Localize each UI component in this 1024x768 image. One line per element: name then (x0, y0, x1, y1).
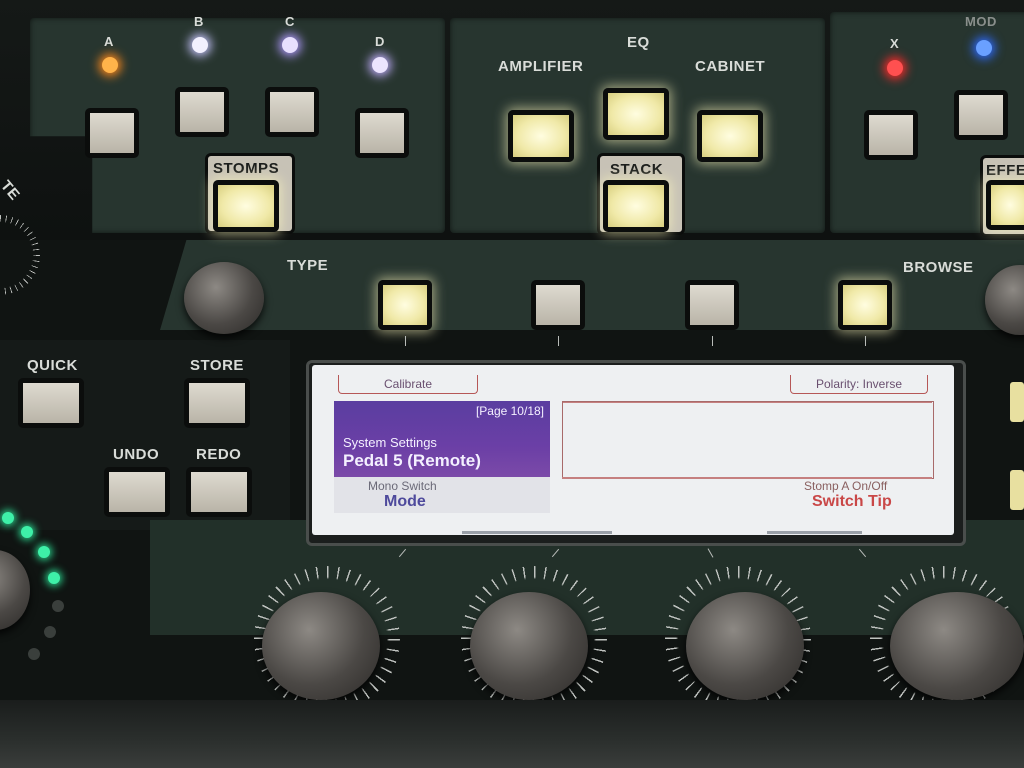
cabinet-label: CABINET (695, 58, 766, 75)
meter-led-off-icon (52, 600, 64, 612)
led-label-d: D (375, 34, 385, 49)
amplifier-button[interactable] (508, 110, 574, 162)
soft-button-4-tick (865, 336, 866, 346)
effect-mod-button[interactable] (954, 90, 1008, 140)
empty-list-box (562, 401, 934, 479)
amplifier-label: AMPLIFIER (498, 58, 584, 75)
mod-label: MOD (965, 14, 997, 29)
page-indicator: [Page 10/18] (475, 404, 544, 418)
led-label-a: A (104, 34, 114, 49)
type-browse-section (160, 240, 1024, 330)
polarity-tab[interactable]: Polarity: Inverse (790, 375, 928, 394)
effects-label: EFFE (986, 162, 1024, 179)
selected-item-name: Pedal 5 (Remote) (343, 451, 481, 470)
led-label-c: C (285, 14, 295, 29)
meter-led-icon (2, 512, 14, 524)
soft-button-3[interactable] (685, 280, 739, 330)
type-label: TYPE (287, 257, 329, 274)
soft-knob-3[interactable] (686, 592, 804, 700)
lcd-screen: Calibrate Polarity: Inverse [Page 10/18]… (312, 365, 954, 535)
soft-knob-4[interactable] (890, 592, 1024, 700)
stomps-label: STOMPS (213, 160, 280, 177)
stomp-d-led-icon (372, 57, 388, 73)
soft-knob-1[interactable] (262, 592, 380, 700)
param2-value: Switch Tip (812, 493, 892, 510)
left-knob[interactable] (0, 550, 30, 630)
param1-label: Mono Switch (368, 479, 437, 493)
stomp-b-led-icon (192, 37, 208, 53)
effect-x-button[interactable] (864, 110, 918, 160)
calibrate-tab[interactable]: Calibrate (338, 375, 478, 394)
param1-slider-bar (462, 531, 612, 534)
browse-label: BROWSE (903, 259, 974, 276)
stack-label: STACK (610, 161, 664, 178)
selected-item-panel[interactable]: [Page 10/18] System Settings Pedal 5 (Re… (334, 401, 550, 477)
led-label-b: B (194, 14, 204, 29)
stomp-a-led-icon (102, 57, 118, 73)
quick-button[interactable] (18, 378, 84, 428)
store-button[interactable] (184, 378, 250, 428)
x-label: X (890, 36, 900, 51)
stack-button[interactable] (603, 180, 669, 232)
x-led-icon (887, 60, 903, 76)
cabinet-button[interactable] (697, 110, 763, 162)
section-title: System Settings (343, 435, 437, 450)
soft-button-4[interactable] (838, 280, 892, 330)
param1-value: Mode (384, 493, 426, 510)
soft-button-3-tick (712, 336, 713, 346)
meter-led-off-icon (44, 626, 56, 638)
meter-led-icon (38, 546, 50, 558)
stomps-button[interactable] (213, 180, 279, 232)
effects-button[interactable] (986, 180, 1024, 230)
soft-button-1-tick (405, 336, 406, 346)
meter-led-icon (21, 526, 33, 538)
stomp-d-button[interactable] (355, 108, 409, 158)
eq-button[interactable] (603, 88, 669, 140)
stomp-b-button[interactable] (175, 87, 229, 137)
right-edge-button[interactable] (1010, 382, 1024, 422)
stomp-c-led-icon (282, 37, 298, 53)
meter-led-icon (48, 572, 60, 584)
meter-led-off-icon (28, 648, 40, 660)
soft-button-2-tick (558, 336, 559, 346)
stomp-c-button[interactable] (265, 87, 319, 137)
undo-label: UNDO (113, 446, 160, 463)
type-knob[interactable] (184, 262, 264, 334)
soft-knob-2[interactable] (470, 592, 588, 700)
stomp-a-button[interactable] (85, 108, 139, 158)
base-strip (0, 700, 1024, 768)
mod-led-icon (976, 40, 992, 56)
param1-background (334, 477, 550, 513)
eq-label: EQ (627, 34, 650, 51)
redo-button[interactable] (186, 467, 252, 517)
param2-slider-bar (767, 531, 862, 534)
store-label: STORE (190, 357, 244, 374)
undo-button[interactable] (104, 467, 170, 517)
redo-label: REDO (196, 446, 242, 463)
param2-label: Stomp A On/Off (804, 479, 888, 493)
right-edge-button-2[interactable] (1010, 470, 1024, 510)
soft-button-2[interactable] (531, 280, 585, 330)
quick-label: QUICK (27, 357, 78, 374)
soft-button-1[interactable] (378, 280, 432, 330)
